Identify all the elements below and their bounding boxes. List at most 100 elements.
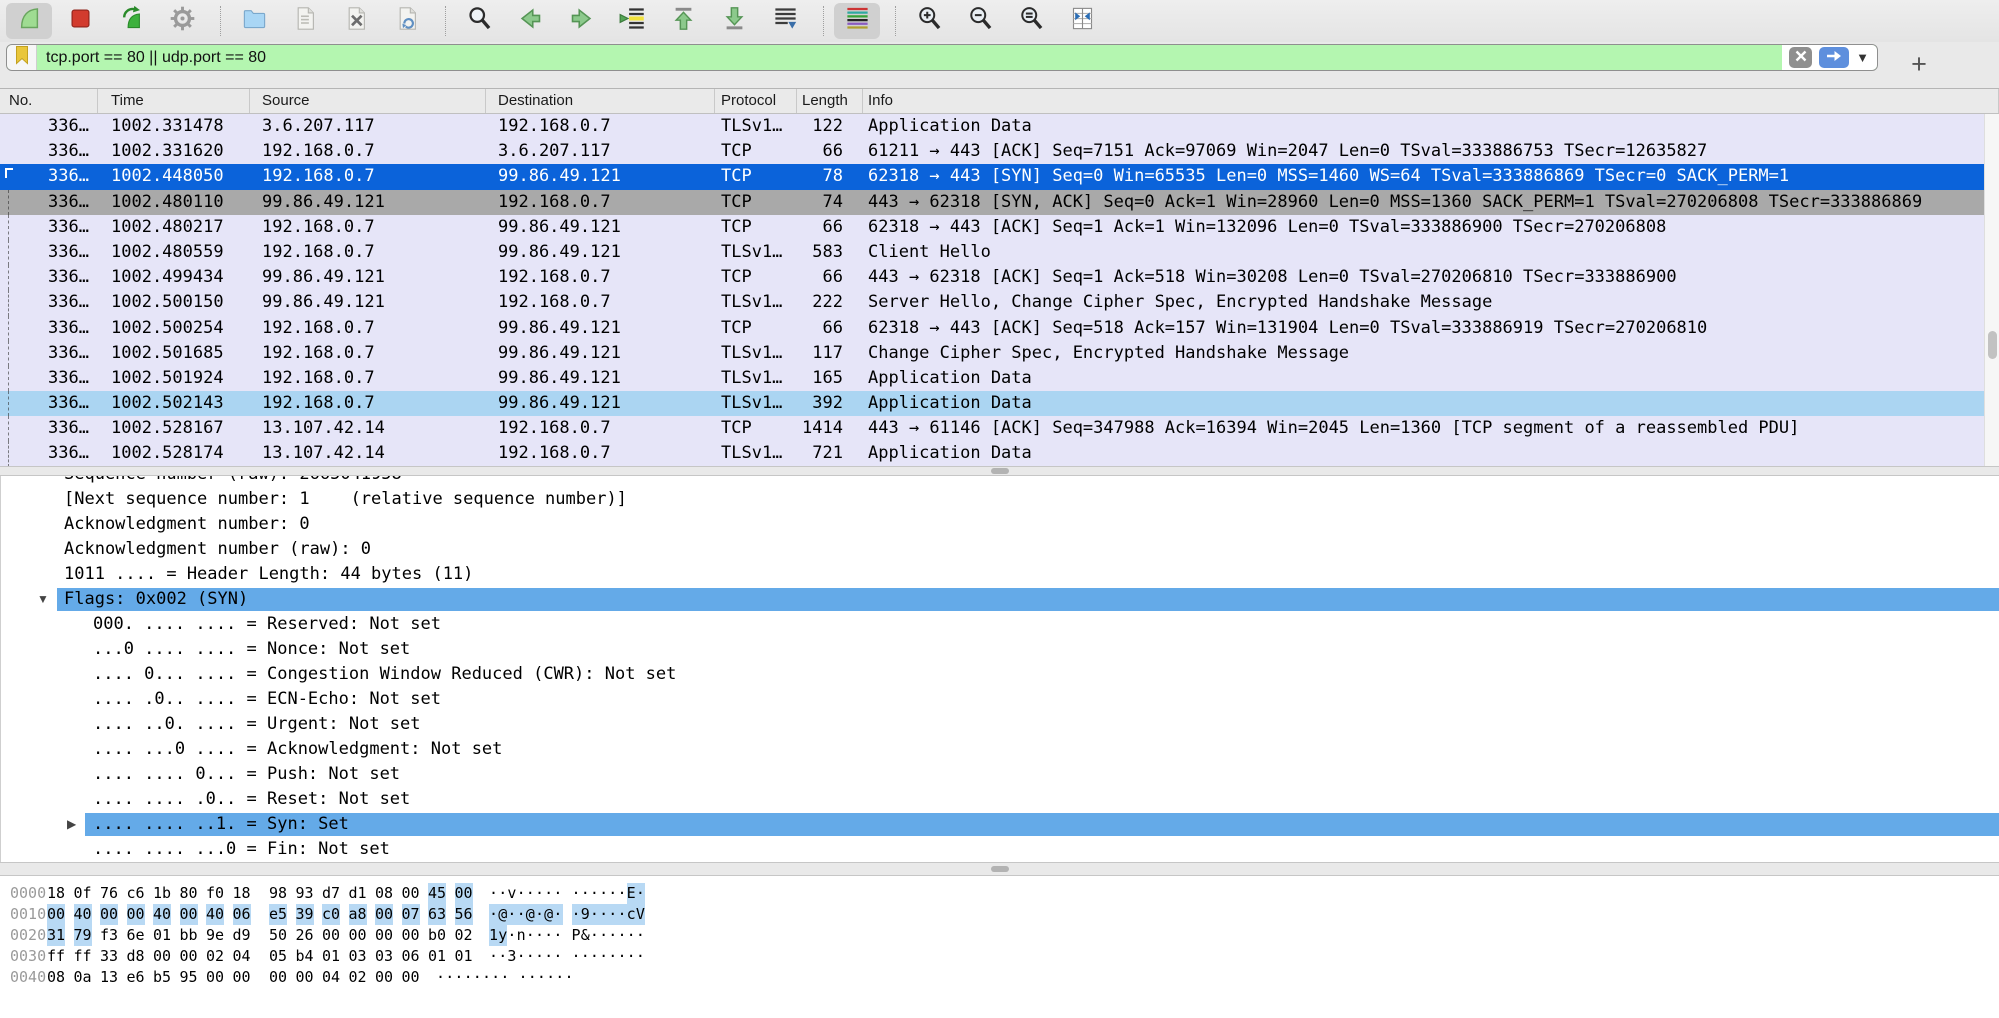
hex-byte[interactable]: 01 [153,925,171,946]
hex-byte[interactable]: 39 [296,904,314,925]
go-to-packet-button[interactable] [609,3,655,39]
detail-line[interactable]: Acknowledgment number: 0 [1,512,1999,537]
hex-byte[interactable]: 00 [180,904,198,925]
detail-line[interactable]: ▶.... .... ..1. = Syn: Set [1,812,1999,837]
auto-scroll-button[interactable] [762,3,808,39]
packet-row[interactable]: 336…1002.502143192.168.0.799.86.49.121TL… [0,391,1999,416]
column-header-protocol[interactable]: Protocol [715,89,797,113]
hex-byte[interactable]: 00 [402,967,420,988]
go-first-packet-button[interactable] [660,3,706,39]
hex-row[interactable]: 00100040000040004006e539c0a800076356·@··… [0,904,1999,925]
hex-byte[interactable]: 06 [402,946,420,967]
hex-byte[interactable]: 00 [47,904,65,925]
hex-byte[interactable]: 03 [349,946,367,967]
collapse-arrow-icon[interactable]: ▼ [37,587,49,612]
hex-row[interactable]: 0000180f76c61b80f0189893d7d108004500··v·… [0,883,1999,904]
hex-row[interactable]: 0030ffff33d80000020405b4010303060101··3·… [0,946,1999,967]
packet-row[interactable]: 336…1002.480217192.168.0.799.86.49.121TC… [0,215,1999,240]
hex-byte[interactable]: d8 [127,946,145,967]
hex-byte[interactable]: c6 [127,883,145,904]
hex-byte[interactable]: 00 [402,883,420,904]
hex-byte[interactable]: d1 [349,883,367,904]
hex-byte[interactable]: 0a [74,967,92,988]
hex-byte[interactable]: 00 [269,967,287,988]
save-file-button[interactable] [282,3,328,39]
hex-byte[interactable]: 08 [47,967,65,988]
hex-byte[interactable]: 01 [455,946,473,967]
go-last-packet-button[interactable] [711,3,757,39]
hex-byte[interactable]: 04 [322,967,340,988]
filter-dropdown-caret[interactable]: ▼ [1856,50,1869,65]
go-back-button[interactable] [507,3,553,39]
packet-row[interactable]: 336…1002.501924192.168.0.799.86.49.121TL… [0,366,1999,391]
hex-byte[interactable]: 08 [375,883,393,904]
hex-byte[interactable]: 00 [180,946,198,967]
hex-byte[interactable]: f0 [206,883,224,904]
hex-byte[interactable]: 01 [322,946,340,967]
detail-line[interactable]: .... ..0. .... = Urgent: Not set [1,712,1999,737]
column-header-time[interactable]: Time [98,89,250,113]
hex-byte[interactable]: 80 [180,883,198,904]
scrollbar-thumb[interactable] [1988,331,1997,359]
stop-capture-button[interactable] [57,3,103,39]
packet-row[interactable]: 336…1002.331620192.168.0.73.6.207.117TCP… [0,139,1999,164]
packet-row[interactable]: 336…1002.3314783.6.207.117192.168.0.7TLS… [0,114,1999,139]
detail-line[interactable]: .... .0.. .... = ECN-Echo: Not set [1,687,1999,712]
hex-byte[interactable]: 00 [296,967,314,988]
hex-byte[interactable]: 00 [375,967,393,988]
reload-file-button[interactable] [384,3,430,39]
start-capture-button[interactable] [6,3,52,39]
column-header-source[interactable]: Source [250,89,486,113]
packet-row[interactable]: 336…1002.480559192.168.0.799.86.49.121TL… [0,240,1999,265]
hex-byte[interactable]: 6e [127,925,145,946]
go-forward-button[interactable] [558,3,604,39]
packet-row[interactable]: 336…1002.448050192.168.0.799.86.49.121TC… [0,164,1999,189]
zoom-out-button[interactable] [957,3,1003,39]
hex-byte[interactable]: 9e [206,925,224,946]
hex-byte[interactable]: 00 [375,925,393,946]
hex-byte[interactable]: 00 [322,925,340,946]
hex-byte[interactable]: 18 [47,883,65,904]
hex-byte[interactable]: 31 [47,925,65,946]
zoom-reset-button[interactable] [1008,3,1054,39]
hex-byte[interactable]: b0 [428,925,446,946]
column-header-no[interactable]: No. [0,89,98,113]
hex-byte[interactable]: 40 [74,904,92,925]
hex-row[interactable]: 00203179f36e01bb9ed9502600000000b0021y·n… [0,925,1999,946]
zoom-in-button[interactable] [906,3,952,39]
expand-arrow-icon[interactable]: ▶ [67,812,76,837]
hex-byte[interactable]: 00 [100,904,118,925]
hex-byte[interactable]: 79 [74,925,92,946]
colorize-button[interactable] [834,3,880,39]
packet-list-scrollbar[interactable] [1984,114,1999,466]
column-header-destination[interactable]: Destination [486,89,715,113]
packet-row[interactable]: 336…1002.501685192.168.0.799.86.49.121TL… [0,341,1999,366]
restart-capture-button[interactable] [108,3,154,39]
hex-byte[interactable]: ff [47,946,65,967]
clear-filter-button[interactable] [1789,47,1812,68]
hex-byte[interactable]: f3 [100,925,118,946]
add-filter-button[interactable]: + [1904,44,1934,84]
hex-byte[interactable]: 02 [349,967,367,988]
hex-byte[interactable]: 00 [455,883,473,904]
open-file-button[interactable] [231,3,277,39]
hex-byte[interactable]: e6 [127,967,145,988]
hex-byte[interactable]: 13 [100,967,118,988]
hex-byte[interactable]: d7 [322,883,340,904]
hex-byte[interactable]: d9 [233,925,251,946]
detail-line[interactable]: 1011 .... = Header Length: 44 bytes (11) [1,562,1999,587]
hex-byte[interactable]: 1b [153,883,171,904]
hex-byte[interactable]: 00 [127,904,145,925]
hex-byte[interactable]: 02 [455,925,473,946]
hex-byte[interactable]: 05 [269,946,287,967]
hex-byte[interactable]: 18 [233,883,251,904]
detail-line[interactable]: .... .... 0... = Push: Not set [1,762,1999,787]
hex-byte[interactable]: 98 [269,883,287,904]
column-header-length[interactable]: Length [797,89,863,113]
hex-byte[interactable]: 00 [206,967,224,988]
find-packet-button[interactable] [456,3,502,39]
detail-line[interactable]: .... .... .0.. = Reset: Not set [1,787,1999,812]
hex-byte[interactable]: 93 [296,883,314,904]
hex-byte[interactable]: 40 [153,904,171,925]
packet-row[interactable]: 336…1002.50015099.86.49.121192.168.0.7TL… [0,290,1999,315]
